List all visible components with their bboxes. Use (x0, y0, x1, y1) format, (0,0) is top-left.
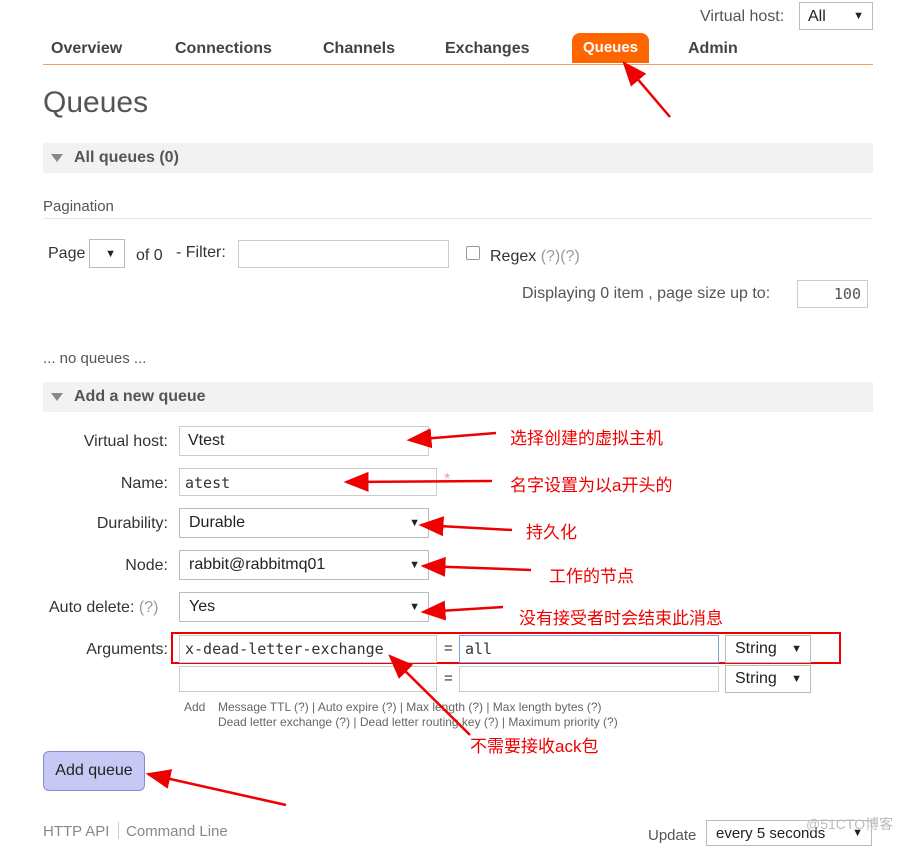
page-select[interactable]: ▼ (89, 239, 125, 268)
durability-select[interactable]: Durable ▼ (179, 508, 429, 538)
argument-type-value: String (735, 670, 777, 687)
argument-equals: = (444, 640, 453, 657)
annotation-name: 名字设置为以a开头的 (510, 476, 673, 495)
page-size-input[interactable]: 100 (797, 280, 868, 308)
annotation-arguments: 不需要接收ack包 (470, 737, 599, 756)
add-argument-label: Add (184, 700, 206, 714)
argument-shortcuts-line2[interactable]: Dead letter exchange (?) | Dead letter r… (218, 715, 618, 729)
auto-delete-help-link[interactable]: (?) (139, 599, 159, 616)
argument-value-input[interactable]: all (459, 635, 719, 663)
virtual-host-label: Virtual host: (700, 8, 785, 25)
annotation-auto-delete: 没有接受者时会结束此消息 (519, 609, 723, 628)
nav-underline (43, 64, 873, 65)
collapse-triangle-icon (51, 154, 63, 162)
tab-connections[interactable]: Connections (175, 40, 272, 58)
pagination-divider (43, 218, 873, 219)
argument-type-select[interactable]: String ▼ (725, 635, 811, 663)
chevron-down-icon: ▼ (409, 601, 420, 613)
chevron-down-icon: ▼ (791, 643, 802, 655)
all-queues-section-header[interactable]: All queues (0) (43, 143, 873, 173)
regex-label: Regex (?)(?) (490, 248, 580, 265)
auto-delete-field-label: Auto delete: (?) (49, 599, 159, 616)
filter-input[interactable] (238, 240, 449, 268)
chevron-down-icon: ▼ (791, 673, 802, 685)
arguments-field-label: Arguments: (86, 641, 168, 658)
regex-help-link[interactable]: (?)(?) (541, 248, 580, 265)
no-queues-text: ... no queues ... (43, 350, 147, 367)
argument-type-value: String (735, 640, 777, 657)
name-field-label: Name: (120, 475, 168, 492)
argument-type-select[interactable]: String ▼ (725, 665, 811, 693)
arrow-queues-tab (622, 61, 671, 118)
arrow-auto-delete (420, 600, 504, 621)
node-field-label: Node: (125, 557, 168, 574)
pagination-heading: Pagination (43, 198, 114, 215)
collapse-triangle-icon (51, 393, 63, 401)
durability-field-label: Durability: (96, 515, 168, 532)
tab-channels[interactable]: Channels (323, 40, 395, 58)
chevron-down-icon: ▼ (105, 247, 116, 260)
annotation-vhost: 选择创建的虚拟主机 (510, 429, 663, 448)
add-queue-title: Add a new queue (74, 388, 206, 405)
auto-delete-select-value: Yes (189, 598, 216, 615)
all-queues-title: All queues (0) (74, 149, 179, 166)
chevron-down-icon: ▼ (409, 559, 420, 571)
http-api-link[interactable]: HTTP API (43, 823, 109, 840)
page-of-count: of 0 (136, 247, 163, 264)
command-line-link[interactable]: Command Line (126, 823, 228, 840)
name-input[interactable]: atest (179, 468, 437, 496)
tab-exchanges[interactable]: Exchanges (445, 40, 529, 58)
watermark: @51CTO博客 (806, 816, 894, 832)
argument-key-input[interactable]: x-dead-letter-exchange (179, 635, 437, 663)
regex-checkbox[interactable] (466, 246, 480, 260)
tab-admin[interactable]: Admin (688, 40, 738, 58)
page-label: Page (48, 245, 86, 262)
virtual-host-select[interactable]: All ▼ (799, 2, 873, 30)
page-title: Queues (43, 86, 149, 119)
chevron-down-icon: ▼ (853, 10, 864, 22)
filter-label: - Filter: (176, 244, 226, 261)
tab-overview[interactable]: Overview (51, 40, 122, 58)
vhost-field-label: Virtual host: (83, 433, 168, 450)
durability-select-value: Durable (189, 514, 246, 531)
chevron-down-icon: ▼ (409, 517, 420, 529)
required-asterisk: * (444, 471, 451, 488)
vhost-select[interactable]: Vtest (179, 426, 429, 456)
update-label: Update (648, 827, 697, 844)
argument-value-input[interactable] (459, 666, 719, 692)
argument-key-input[interactable] (179, 666, 437, 692)
argument-equals: = (444, 670, 453, 687)
arrow-durability (418, 516, 513, 537)
annotation-durability: 持久化 (526, 523, 577, 542)
auto-delete-select[interactable]: Yes ▼ (179, 592, 429, 622)
arrow-add-queue (145, 769, 287, 807)
node-select[interactable]: rabbit@rabbitmq01 ▼ (179, 550, 429, 580)
displaying-text: Displaying 0 item , page size up to: (522, 285, 771, 302)
add-queue-section-header[interactable]: Add a new queue (43, 382, 873, 412)
argument-shortcuts-line1[interactable]: Message TTL (?) | Auto expire (?) | Max … (218, 700, 602, 714)
add-queue-button[interactable]: Add queue (43, 751, 145, 791)
node-select-value: rabbit@rabbitmq01 (189, 556, 326, 573)
tab-queues[interactable]: Queues (572, 33, 649, 63)
annotation-node: 工作的节点 (549, 567, 634, 586)
footer-divider (118, 822, 119, 839)
arrow-node (420, 556, 532, 577)
virtual-host-select-value: All (808, 8, 826, 25)
